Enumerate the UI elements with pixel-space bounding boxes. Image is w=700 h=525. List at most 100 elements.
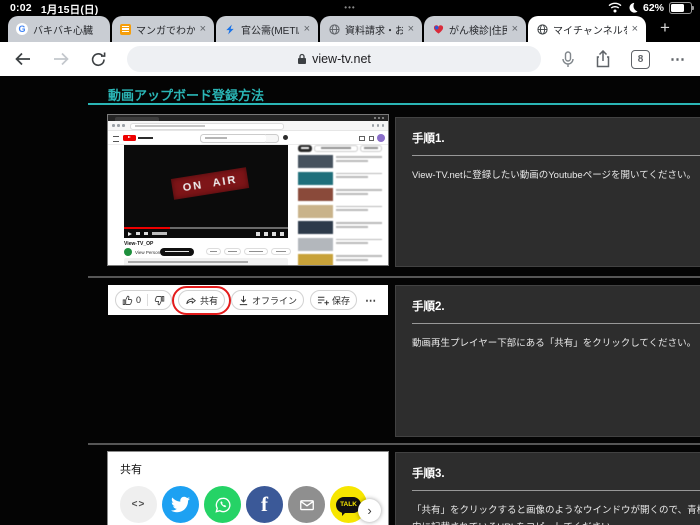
yt-browser-toolbar — [108, 121, 388, 131]
yt-search-button — [266, 134, 279, 143]
status-bar: 0:02 1月15日(日) ••• 62% — [0, 0, 700, 16]
step1-body: View-TV.netに登録したい動画のYoutubeページを開いてください。 — [412, 167, 700, 184]
battery-icon — [669, 2, 692, 15]
url-text: view-tv.net — [312, 52, 371, 66]
bolt-favicon — [224, 23, 236, 35]
playlist-add-icon — [317, 295, 329, 306]
tab-shiryou[interactable]: 資料請求・お問い × — [320, 16, 422, 42]
menu-icon[interactable]: ⋯ — [670, 50, 686, 68]
share-button[interactable]: 共有 — [178, 290, 225, 310]
step2-body: 動画再生プレイヤー下部にある「共有」をクリックしてください。 — [412, 335, 700, 352]
yt-avatar — [377, 134, 385, 142]
moon-icon — [627, 2, 638, 13]
share-arrow-icon — [185, 295, 197, 306]
yt-sidebar-thumbnail-row[interactable] — [298, 254, 382, 265]
ipad-screen: 0:02 1月15日(日) ••• 62% G バキバキ心臓 マンガでわかる ×… — [0, 0, 700, 525]
divider — [412, 155, 700, 156]
forward-icon[interactable] — [52, 51, 70, 67]
reload-icon[interactable] — [90, 51, 107, 68]
yt-channel-avatar — [124, 248, 132, 256]
globe-favicon — [328, 23, 340, 35]
step2-sharebar-screenshot: 0 共有 オフライン 保存 ⋯ — [108, 285, 388, 315]
tab-count-button[interactable]: 8 — [631, 50, 650, 69]
address-bar[interactable]: view-tv.net — [127, 46, 541, 72]
yt-video-title: View-TV_OP — [124, 241, 153, 247]
step2-panel: 手順2. 動画再生プレイヤー下部にある「共有」をクリックしてください。 — [395, 285, 700, 437]
whatsapp-icon[interactable] — [204, 486, 241, 523]
next-arrow-button[interactable]: › — [358, 499, 381, 522]
on-air-banner: ON AIR — [171, 167, 249, 200]
step2-heading: 手順2. — [412, 298, 700, 314]
divider — [412, 490, 700, 491]
tab-meti[interactable]: 官公需(METI/経 × — [216, 16, 318, 42]
offline-label: オフライン — [252, 294, 297, 307]
save-button[interactable]: 保存 — [310, 290, 357, 310]
yt-video-player: ON AIR — [124, 145, 288, 238]
step3-share-dialog-screenshot: 共有 <> f TALK 埋め込む Twitter — [108, 452, 388, 525]
tab-gankenshin[interactable]: がん検診|住民の × — [424, 16, 526, 42]
step1-heading: 手順1. — [412, 130, 700, 146]
doc-favicon — [120, 24, 131, 35]
mic-icon[interactable] — [561, 51, 575, 68]
clock: 0:02 — [10, 2, 32, 17]
close-tab-icon[interactable]: × — [408, 23, 414, 35]
yt-sidebar-thumbnail-row[interactable] — [298, 238, 382, 251]
save-label: 保存 — [332, 294, 350, 307]
twitter-icon[interactable] — [162, 486, 199, 523]
google-favicon: G — [16, 23, 28, 35]
close-tab-icon[interactable]: × — [304, 23, 310, 35]
browser-toolbar: view-tv.net 8 ⋯ — [0, 42, 700, 76]
wifi-icon — [608, 2, 622, 13]
title-underline — [88, 103, 700, 105]
yt-sidebar-thumbnail-row[interactable] — [298, 205, 382, 218]
tab-mychannel-active[interactable]: マイチャンネルを × — [528, 16, 646, 42]
yt-sidebar-thumbnail-row[interactable] — [298, 188, 382, 201]
yt-time — [152, 232, 167, 234]
section-separator — [88, 276, 700, 278]
youtube-logo-text — [138, 137, 153, 139]
yt-channel-name: View Person — [135, 250, 160, 255]
share-icon[interactable] — [595, 50, 611, 68]
thumbs-up-icon — [122, 295, 133, 306]
step1-youtube-screenshot: ON AIR View-TV_OP View Person — [108, 115, 388, 265]
email-icon[interactable] — [288, 486, 325, 523]
yt-mic-icon — [283, 135, 288, 140]
globe-favicon — [536, 23, 548, 35]
yt-description-box — [124, 258, 288, 265]
yt-sidebar-thumbnail-row[interactable] — [298, 172, 382, 185]
facebook-f: f — [261, 492, 268, 517]
yt-play-icon — [128, 232, 132, 236]
offline-button[interactable]: オフライン — [231, 290, 304, 310]
tab-strip: G バキバキ心臓 マンガでわかる × 官公需(METI/経 × 資料請求・お問い… — [0, 16, 700, 42]
section-separator — [88, 443, 700, 445]
new-tab-button[interactable]: + — [660, 18, 670, 38]
facebook-icon[interactable]: f — [246, 486, 283, 523]
thumbs-down-icon — [154, 295, 165, 306]
close-tab-icon[interactable]: × — [512, 23, 518, 35]
step3-panel: 手順3. 「共有」をクリックすると画像のようなウインドウが開くので、青枠内に記載… — [395, 452, 700, 525]
page-title: 動画アップボード登録方法 — [108, 85, 264, 104]
yt-search-input — [200, 134, 268, 143]
tab-bakibaki[interactable]: G バキバキ心臓 — [8, 16, 110, 42]
share-label: 共有 — [200, 294, 218, 307]
divider — [412, 323, 700, 324]
step3-heading: 手順3. — [412, 465, 700, 481]
download-icon — [238, 295, 249, 306]
yt-subscribe-button — [160, 248, 194, 256]
back-icon[interactable] — [14, 51, 32, 67]
yt-sidebar-thumbnail-row[interactable] — [298, 155, 382, 168]
web-page: 動画アップボード登録方法 ON AIR — [0, 76, 700, 525]
more-actions-icon[interactable]: ⋯ — [365, 294, 377, 307]
gesture-dots: ••• — [344, 3, 355, 12]
heart-favicon — [432, 23, 444, 35]
yt-sidebar-thumbnail-row[interactable] — [298, 221, 382, 234]
lock-icon — [297, 53, 307, 65]
tab-manga[interactable]: マンガでわかる × — [112, 16, 214, 42]
embed-icon[interactable]: <> — [120, 486, 157, 523]
close-tab-icon[interactable]: × — [632, 23, 638, 35]
hamburger-icon — [113, 136, 119, 142]
like-dislike-pill: 0 — [115, 290, 172, 310]
close-tab-icon[interactable]: × — [200, 23, 206, 35]
youtube-logo — [123, 135, 136, 141]
date: 1月15日(日) — [41, 2, 99, 17]
